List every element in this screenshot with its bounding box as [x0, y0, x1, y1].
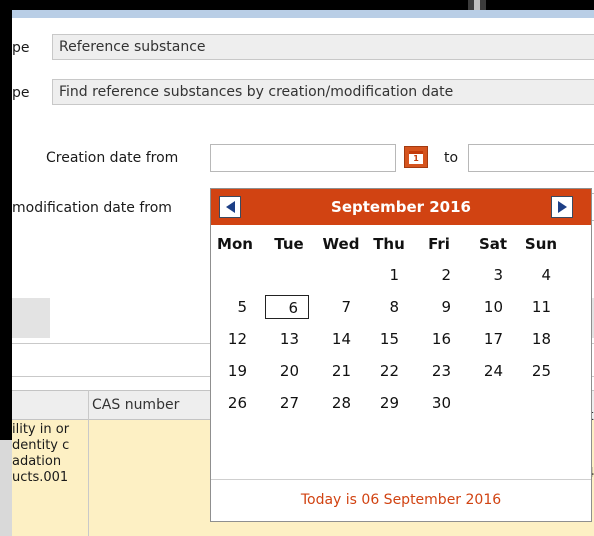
calendar-icon-button[interactable]: 1: [404, 146, 428, 168]
day-cell[interactable]: 14: [317, 327, 361, 351]
day-cell[interactable]: 4: [517, 263, 561, 287]
modification-date-label: modification date from: [12, 200, 172, 216]
type-field[interactable]: Reference substance: [52, 34, 594, 60]
day-cell[interactable]: 10: [469, 295, 513, 319]
day-cell[interactable]: 26: [213, 391, 257, 415]
row-line: adation: [12, 454, 62, 469]
search-type-label: pe: [12, 85, 30, 101]
day-cell[interactable]: 9: [417, 295, 461, 319]
day-cell[interactable]: 7: [317, 295, 361, 319]
chevron-right-icon: [557, 201, 567, 213]
weekday-sat: Sat: [478, 235, 508, 253]
column-divider: [88, 420, 89, 536]
day-cell[interactable]: 18: [517, 327, 561, 351]
search-type-value: Find reference substances by creation/mo…: [59, 84, 454, 100]
day-cell[interactable]: 25: [517, 359, 561, 383]
day-cell[interactable]: 15: [365, 327, 409, 351]
type-value: Reference substance: [59, 39, 206, 55]
row-line: ility in or: [12, 422, 70, 437]
day-cell[interactable]: 23: [417, 359, 461, 383]
day-cell[interactable]: 21: [317, 359, 361, 383]
type-label: pe: [12, 40, 30, 56]
date-picker-header: September 2016: [211, 189, 591, 225]
search-type-field[interactable]: Find reference substances by creation/mo…: [52, 79, 594, 105]
day-cell[interactable]: 6: [265, 295, 309, 319]
prev-month-button[interactable]: [219, 196, 241, 218]
day-cell[interactable]: 20: [265, 359, 309, 383]
day-cell[interactable]: 24: [469, 359, 513, 383]
creation-date-from-input[interactable]: [210, 144, 396, 172]
day-cell[interactable]: 27: [265, 391, 309, 415]
row-line: ucts.001: [12, 470, 69, 485]
row-text-cell: ility in or dentity c adation ucts.001: [12, 422, 88, 486]
weekday-sun: Sun: [524, 235, 558, 253]
picker-divider: [211, 479, 591, 480]
creation-date-to-input[interactable]: [468, 144, 594, 172]
cas-number-header[interactable]: CAS number: [92, 397, 179, 413]
weekday-fri: Fri: [428, 235, 450, 253]
day-cell[interactable]: 3: [469, 263, 513, 287]
day-cell[interactable]: 17: [469, 327, 513, 351]
day-cell[interactable]: 2: [417, 263, 461, 287]
side-panel: [0, 440, 12, 536]
search-button[interactable]: [12, 298, 50, 338]
weekday-wed: Wed: [322, 235, 360, 253]
day-cell[interactable]: 30: [417, 391, 461, 415]
day-cell[interactable]: 11: [517, 295, 561, 319]
today-link[interactable]: Today is 06 September 2016: [211, 485, 591, 515]
next-month-button[interactable]: [551, 196, 573, 218]
to-label: to: [444, 150, 459, 166]
top-frame: [0, 0, 594, 10]
day-cell[interactable]: 1: [365, 263, 409, 287]
day-cell[interactable]: 8: [365, 295, 409, 319]
day-cell[interactable]: 29: [365, 391, 409, 415]
month-title: September 2016: [331, 198, 471, 216]
day-cell[interactable]: 22: [365, 359, 409, 383]
row-line: dentity c: [12, 438, 70, 453]
date-picker-popup: September 2016 Mon Tue Wed Thu Fri Sat S…: [210, 188, 592, 522]
day-cell[interactable]: 28: [317, 391, 361, 415]
chevron-left-icon: [225, 201, 235, 213]
weekday-mon: Mon: [217, 235, 253, 253]
day-cell[interactable]: 12: [213, 327, 257, 351]
calendar-icon: 1: [409, 150, 423, 164]
day-cell[interactable]: 19: [213, 359, 257, 383]
weekday-tue: Tue: [274, 235, 304, 253]
day-cell[interactable]: 16: [417, 327, 461, 351]
creation-date-label: Creation date from: [46, 150, 179, 166]
weekday-thu: Thu: [373, 235, 405, 253]
day-cell[interactable]: 5: [213, 295, 257, 319]
day-cell[interactable]: 13: [265, 327, 309, 351]
